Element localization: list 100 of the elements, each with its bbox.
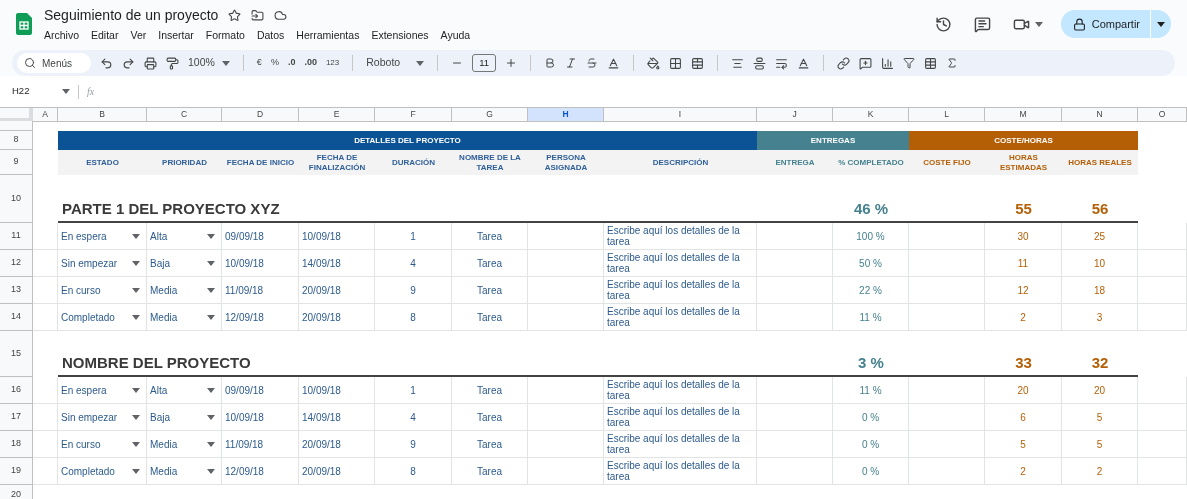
row-header[interactable]: 20 [0,485,33,499]
filter-icon[interactable] [903,57,916,69]
caret-icon[interactable] [207,387,215,393]
row-header[interactable]: 19 [0,458,33,485]
caret-icon[interactable] [1034,21,1043,27]
column-header[interactable]: M [985,108,1062,122]
column-header[interactable]: L [909,108,985,122]
vertical-align-icon[interactable] [753,56,767,70]
priority-dropdown[interactable]: Media [147,431,222,458]
number-format-button[interactable]: 123 [325,57,340,69]
status-dropdown[interactable]: En curso [58,277,147,304]
status-dropdown[interactable]: Sin empezar [58,250,147,277]
row-header[interactable]: 15 [0,331,33,377]
redo-icon[interactable] [122,56,135,70]
status-dropdown[interactable]: En espera [58,377,147,404]
status-dropdown[interactable]: En espera [58,223,147,250]
column-header[interactable]: O [1138,108,1187,122]
history-icon[interactable] [934,15,952,33]
column-header[interactable]: K [833,108,909,122]
column-header[interactable]: E [299,108,375,122]
priority-dropdown[interactable]: Baja [147,250,222,277]
chart-icon[interactable] [881,56,895,70]
sheets-logo-icon[interactable] [16,13,32,35]
caret-icon[interactable] [207,233,215,239]
caret-icon[interactable] [207,414,215,420]
text-color-icon[interactable] [607,56,621,70]
priority-dropdown[interactable]: Alta [147,377,222,404]
strikethrough-icon[interactable] [586,57,599,69]
column-header[interactable]: C [147,108,222,122]
caret-icon[interactable] [62,89,70,94]
zoom-dropdown[interactable]: 100% [188,55,230,71]
percent-button[interactable]: % [270,56,279,70]
search-menus-field[interactable]: Menús [17,53,91,73]
print-icon[interactable] [144,56,157,70]
caret-icon[interactable] [132,468,140,474]
font-size-field[interactable]: 11 [472,54,497,72]
row-header[interactable]: 11 [0,223,33,250]
column-header[interactable]: F [375,108,452,122]
priority-dropdown[interactable]: Media [147,458,222,485]
menu-item[interactable]: Herramientas [296,27,360,44]
column-header[interactable]: N [1062,108,1138,122]
folder-icon[interactable] [251,8,265,22]
borders-icon[interactable] [669,56,683,70]
bold-icon[interactable] [544,57,557,69]
link-icon[interactable] [837,56,851,70]
priority-dropdown[interactable]: Alta [147,223,222,250]
column-header[interactable]: B [58,108,147,122]
sigma-icon[interactable] [946,57,959,69]
priority-dropdown[interactable]: Media [147,277,222,304]
caret-icon[interactable] [132,314,140,320]
caret-icon[interactable] [207,468,215,474]
priority-dropdown[interactable]: Baja [147,404,222,431]
column-header[interactable]: I [604,108,757,122]
merge-cells-icon[interactable] [691,56,705,70]
star-icon[interactable] [228,8,242,22]
menu-item[interactable]: Formato [205,27,245,44]
row-header[interactable]: 13 [0,277,33,304]
decrease-decimals-button[interactable]: .0 [287,56,296,70]
menu-item[interactable]: Ayuda [440,27,471,44]
caret-icon[interactable] [132,260,140,266]
table-icon[interactable] [924,56,938,70]
row-header[interactable]: 17 [0,404,33,431]
row-header[interactable]: 10 [0,175,33,223]
column-header[interactable]: H [528,108,604,122]
menu-item[interactable]: Editar [91,27,119,44]
row-header[interactable]: 9 [0,150,33,175]
priority-dropdown[interactable]: Media [147,304,222,331]
font-dropdown[interactable]: Roboto [366,55,425,71]
caret-icon[interactable] [132,414,140,420]
caret-icon[interactable] [132,441,140,447]
paint-format-icon[interactable] [166,56,179,70]
menu-item[interactable]: Insertar [158,27,194,44]
row-header[interactable]: 16 [0,377,33,404]
status-dropdown[interactable]: Sin empezar [58,404,147,431]
undo-icon[interactable] [100,56,113,70]
caret-icon[interactable] [132,387,140,393]
caret-icon[interactable] [132,287,140,293]
caret-icon[interactable] [207,314,215,320]
text-rotation-icon[interactable] [797,56,811,70]
column-header[interactable]: D [222,108,299,122]
caret-icon[interactable] [207,441,215,447]
plus-icon[interactable] [505,57,518,69]
menu-item[interactable]: Datos [256,27,285,44]
document-title[interactable]: Seguimiento de un proyecto [44,4,219,26]
column-header[interactable]: G [452,108,528,122]
row-header[interactable]: 18 [0,431,33,458]
increase-decimals-button[interactable]: .00 [304,56,317,70]
status-dropdown[interactable]: En curso [58,431,147,458]
status-dropdown[interactable]: Completado [58,458,147,485]
row-header[interactable]: 14 [0,304,33,331]
fill-color-icon[interactable] [647,56,661,70]
align-icon[interactable] [731,56,745,70]
comment-add-icon[interactable] [859,56,873,70]
menu-item[interactable]: Archivo [44,27,79,44]
column-header[interactable]: J [757,108,833,122]
row-header[interactable]: 8 [0,131,33,150]
menu-item[interactable]: Ver [130,27,147,44]
caret-icon[interactable] [1157,21,1165,27]
caret-icon[interactable] [207,260,215,266]
comment-icon[interactable] [973,15,991,33]
